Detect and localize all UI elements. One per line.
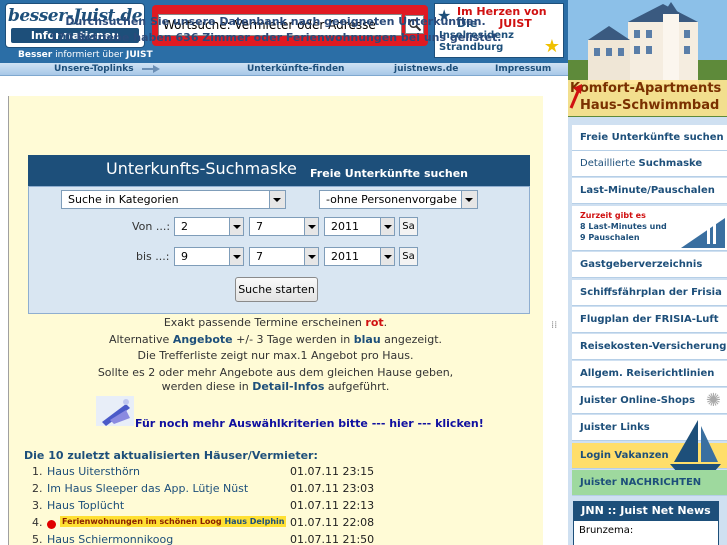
to-year-select[interactable]: 2011	[324, 247, 395, 266]
news-first-item[interactable]: Brunzema:	[573, 521, 719, 545]
search-start-button[interactable]: Suche starten	[235, 277, 318, 302]
starburst-icon: ✺	[705, 390, 721, 411]
chevron-down-icon	[229, 218, 243, 235]
sidebar-item-reiserichtlinien[interactable]: Allgem. Reiserichtlinien	[572, 361, 727, 387]
nav-toplinks[interactable]: Unsere-Toplinks	[54, 63, 134, 75]
nav-impressum[interactable]: Impressum	[495, 63, 551, 75]
to-month-select[interactable]: 7	[249, 247, 319, 266]
info-line5: werden diese in Detail-Infos aufgeführt.	[161, 380, 390, 393]
right-sidebar: Komfort-Apartments Haus-Schwimmbad Freie…	[568, 0, 727, 545]
highlighted-entry: Ferienwohnungen im schönen Loog Haus Del…	[60, 516, 287, 527]
list-item[interactable]: 2. Im Haus Sleeper das App. Lütje Nüst 0…	[32, 482, 452, 498]
to-label: bis ...:	[136, 250, 170, 263]
to-weekday-button[interactable]: Sa	[399, 247, 418, 266]
list-item[interactable]: 5. Haus Schiermonnikoog 01.07.11 21:50	[32, 533, 452, 545]
sidebar-item-nachrichten[interactable]: Juister NACHRICHTEN	[572, 470, 727, 496]
search-mask-header: Unterkunfts-Suchmaske Freie Unterkünfte …	[28, 155, 530, 186]
hotel-banner-line1: Komfort-Apartments	[570, 81, 722, 96]
search-mask-title: Unterkunfts-Suchmaske	[106, 159, 297, 178]
lastminute-info-box[interactable]: Zurzeit gibt es 8 Last-Minutes und 9 Pau…	[572, 206, 727, 251]
more-criteria-link[interactable]: Für noch mehr Auswählkriterien bitte ---…	[135, 417, 484, 430]
top-nav: Unsere-Toplinks Unterkünfte-finden juist…	[0, 63, 568, 76]
sailboat-icon	[670, 420, 721, 472]
info-line2: Alternative Angebote +/- 3 Tage werden i…	[108, 333, 443, 346]
persons-select[interactable]: -ohne Personenvorgabe -	[319, 190, 478, 209]
nav-juistnews[interactable]: juistnews.de	[394, 63, 458, 75]
list-item[interactable]: 3. Haus Toplücht 01.07.11 22:13	[32, 499, 452, 515]
hotel-image[interactable]: Komfort-Apartments Haus-Schwimmbad	[568, 0, 727, 117]
category-select[interactable]: Suche in Kategorien	[61, 190, 286, 209]
sidebar-item-gastgeber[interactable]: Gastgeberverzeichnis	[572, 252, 727, 278]
gold-star-icon: ★	[543, 36, 560, 57]
ship-icon	[681, 218, 725, 248]
chevron-down-icon	[380, 248, 394, 265]
news-title[interactable]: JNN :: Juist Net News	[573, 501, 719, 521]
intro-text: Durchsuchen Sie unsere Datenbank nach ge…	[49, 15, 502, 44]
from-label: Von ...:	[132, 220, 171, 233]
lastminute-info-text: Zurzeit gibt es 8 Last-Minutes und 9 Pau…	[580, 211, 667, 242]
nav-unterkuenfte[interactable]: Unterkünfte-finden	[247, 63, 344, 75]
chevron-down-icon	[229, 248, 243, 265]
chevron-down-icon	[304, 218, 318, 235]
hotel-banner-line2: Haus-Schwimmbad	[580, 98, 720, 113]
from-day-select[interactable]: 2	[174, 217, 244, 236]
sidebar-item-flugplan[interactable]: Flugplan der FRISIA-Luft	[572, 307, 727, 333]
sidebar-item-lastminute[interactable]: Last-Minute/Pauschalen	[572, 178, 727, 204]
arrow-right-icon	[142, 65, 160, 73]
chevron-down-icon	[269, 191, 285, 208]
list-item[interactable]: 1. Haus Uitersthörn 01.07.11 23:15	[32, 465, 452, 481]
recent-list-title: Die 10 zuletzt aktualisierten Häuser/Ver…	[24, 449, 318, 462]
from-year-select[interactable]: 2011	[324, 217, 395, 236]
from-month-select[interactable]: 7	[249, 217, 319, 236]
info-line4: Sollte es 2 oder mehr Angebote aus dem g…	[97, 366, 454, 379]
tagline: Besser informiert über JUIST	[18, 50, 153, 60]
to-day-select[interactable]: 9	[174, 247, 244, 266]
sidebar-item-suchmaske[interactable]: Detaillierte Suchmaske	[572, 151, 727, 177]
sidebar-item-schiffsfahrplan[interactable]: Schiffsfährplan der Frisia	[572, 280, 727, 306]
red-dot-icon	[47, 517, 59, 530]
search-mask-subtitle: Freie Unterkünfte suchen	[310, 167, 468, 180]
sidebar-item-freie-unterkuenfte[interactable]: Freie Unterkünfte suchen	[572, 125, 727, 151]
chevron-down-icon	[461, 191, 477, 208]
from-weekday-button[interactable]: Sa	[399, 217, 418, 236]
hotel-banner: Komfort-Apartments Haus-Schwimmbad	[568, 80, 727, 116]
info-line3: Die Trefferliste zeigt nur max.1 Angebot…	[137, 349, 414, 362]
resize-grip[interactable]: ⁞⁞	[551, 320, 557, 331]
chevron-down-icon	[380, 218, 394, 235]
magic-wand-icon	[96, 396, 134, 426]
sidebar-item-reiseversicherung[interactable]: Reisekosten-Versicherung	[572, 334, 727, 360]
arrow-up-right-icon	[569, 84, 582, 109]
list-item[interactable]: 4. Ferienwohnungen im schönen Loog Haus …	[32, 516, 452, 532]
chevron-down-icon	[304, 248, 318, 265]
info-line1: Exakt passende Termine erscheinen rot.	[163, 316, 388, 329]
sidebar-item-online-shops[interactable]: Juister Online-Shops ✺	[572, 388, 727, 414]
